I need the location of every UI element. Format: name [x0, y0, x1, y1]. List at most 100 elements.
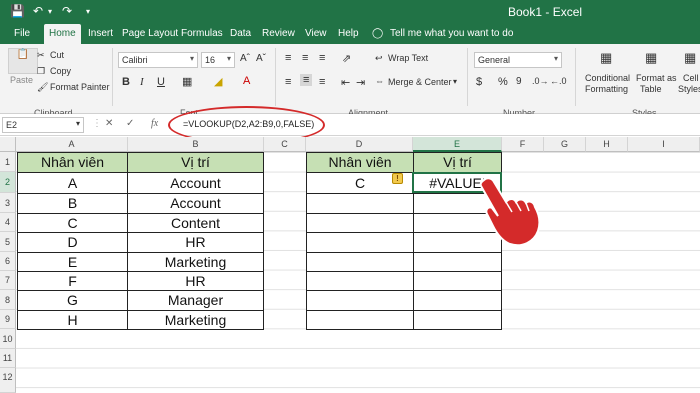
customize-toolbar-icon[interactable]: ▾ — [86, 7, 90, 16]
currency-icon[interactable]: $ — [476, 76, 482, 88]
align-middle-icon[interactable]: ≡ — [302, 52, 308, 64]
tab-insert[interactable]: Insert — [88, 28, 113, 39]
grow-font-icon[interactable]: Aˆ — [240, 53, 250, 64]
cell-d9[interactable] — [306, 310, 414, 330]
cell-d7[interactable] — [306, 271, 414, 291]
select-all-corner[interactable] — [0, 137, 16, 152]
cut-button[interactable]: Cut — [50, 50, 64, 60]
name-box[interactable]: E2 ▾ — [2, 117, 84, 133]
cell-d1[interactable]: Nhân viên — [306, 152, 414, 173]
undo-dropdown-icon[interactable]: ▾ — [48, 7, 52, 16]
font-size-combo[interactable]: 16 ▾ — [201, 52, 235, 68]
cell-a2[interactable]: A — [17, 172, 128, 194]
cell-a7[interactable]: F — [17, 271, 128, 291]
comma-style-icon[interactable]: 9 — [516, 76, 522, 87]
save-icon[interactable]: 💾 — [10, 4, 25, 18]
column-header-d[interactable]: D — [306, 137, 413, 152]
row-header-11[interactable]: 11 — [0, 349, 16, 368]
column-header-g[interactable]: G — [544, 137, 586, 152]
error-warning-icon[interactable]: ! — [392, 173, 403, 184]
underline-icon[interactable]: U — [157, 76, 165, 88]
cell-b1[interactable]: Vị trí — [127, 152, 264, 173]
column-header-f[interactable]: F — [502, 137, 544, 152]
cell-b7[interactable]: HR — [127, 271, 264, 291]
tab-formulas[interactable]: Formulas — [181, 28, 223, 39]
cell-b9[interactable]: Marketing — [127, 310, 264, 330]
align-left-icon[interactable]: ≡ — [285, 76, 291, 88]
cell-styles-label1[interactable]: Cell — [683, 73, 699, 83]
increase-decimal-icon[interactable]: .0→ — [532, 76, 549, 86]
copy-icon[interactable]: ❐ — [37, 66, 45, 77]
chevron-down-icon[interactable]: ▾ — [453, 77, 457, 86]
bold-icon[interactable]: B — [122, 76, 130, 88]
fill-color-icon[interactable]: ◢ — [214, 75, 222, 88]
borders-icon[interactable]: ▦ — [182, 75, 192, 88]
paste-icon[interactable]: 📋 — [8, 48, 38, 74]
percent-icon[interactable]: % — [498, 76, 508, 88]
row-header-8[interactable]: 8 — [0, 290, 16, 310]
cell-a9[interactable]: H — [17, 310, 128, 330]
tell-me-box[interactable]: Tell me what you want to do — [390, 28, 513, 39]
cell-a8[interactable]: G — [17, 290, 128, 311]
cell-b3[interactable]: Account — [127, 193, 264, 214]
align-center-icon[interactable]: ≡ — [300, 74, 313, 86]
cell-b4[interactable]: Content — [127, 213, 264, 233]
row-header-3[interactable]: 3 — [0, 193, 16, 213]
row-header-1[interactable]: 1 — [0, 152, 16, 172]
conditional-formatting-label1[interactable]: Conditional — [585, 73, 630, 83]
cell-styles-label2[interactable]: Styles — [678, 84, 700, 94]
cell-d6[interactable] — [306, 252, 414, 272]
cell-e8[interactable] — [413, 290, 502, 311]
tab-data[interactable]: Data — [230, 28, 251, 39]
font-name-combo[interactable]: Calibri ▾ — [118, 52, 198, 68]
decrease-indent-icon[interactable]: ⇤ — [341, 76, 350, 89]
format-painter-icon[interactable]: 🖌 — [37, 82, 48, 93]
number-format-combo[interactable]: General ▾ — [474, 52, 562, 68]
align-top-icon[interactable]: ≡ — [285, 52, 291, 64]
insert-function-icon[interactable]: fx — [151, 118, 158, 129]
align-right-icon[interactable]: ≡ — [319, 76, 325, 88]
cell-a6[interactable]: E — [17, 252, 128, 272]
cut-icon[interactable]: ✂ — [37, 50, 45, 61]
decrease-decimal-icon[interactable]: ←.0 — [550, 76, 567, 86]
cell-b2[interactable]: Account — [127, 172, 264, 194]
format-as-table-label1[interactable]: Format as — [636, 73, 677, 83]
merge-center-icon[interactable]: ⇔ — [375, 76, 384, 86]
cell-a1[interactable]: Nhân viên — [17, 152, 128, 173]
cell-a3[interactable]: B — [17, 193, 128, 214]
tab-file[interactable]: File — [14, 28, 30, 39]
row-header-10[interactable]: 10 — [0, 329, 16, 349]
cell-e7[interactable] — [413, 271, 502, 291]
tab-page-layout[interactable]: Page Layout — [122, 28, 178, 39]
wrap-text-icon[interactable]: ↩ — [375, 53, 383, 64]
row-header-6[interactable]: 6 — [0, 252, 16, 271]
merge-center-button[interactable]: Merge & Center — [388, 77, 452, 87]
tab-help[interactable]: Help — [338, 28, 359, 39]
increase-indent-icon[interactable]: ⇥ — [356, 76, 365, 89]
column-header-b[interactable]: B — [128, 137, 264, 152]
cell-b8[interactable]: Manager — [127, 290, 264, 311]
tab-home[interactable]: Home — [44, 24, 81, 44]
undo-icon[interactable]: ↶ — [33, 4, 43, 18]
enter-icon[interactable]: ✓ — [126, 118, 134, 129]
align-bottom-icon[interactable]: ≡ — [319, 52, 325, 64]
cell-d4[interactable] — [306, 213, 414, 233]
wrap-text-button[interactable]: Wrap Text — [388, 53, 428, 63]
orientation-icon[interactable]: ⇗ — [342, 52, 351, 65]
cell-d3[interactable] — [306, 193, 414, 214]
row-header-5[interactable]: 5 — [0, 232, 16, 252]
tab-review[interactable]: Review — [262, 28, 295, 39]
cell-b5[interactable]: HR — [127, 232, 264, 253]
cell-b6[interactable]: Marketing — [127, 252, 264, 272]
column-header-e[interactable]: E — [413, 137, 502, 152]
cell-e9[interactable] — [413, 310, 502, 330]
italic-icon[interactable]: I — [140, 76, 144, 88]
paste-button[interactable]: Paste — [10, 75, 33, 85]
cell-e1[interactable]: Vị trí — [413, 152, 502, 173]
column-header-h[interactable]: H — [586, 137, 628, 152]
row-header-4[interactable]: 4 — [0, 213, 16, 232]
column-header-i[interactable]: I — [628, 137, 700, 152]
cell-d5[interactable] — [306, 232, 414, 253]
row-header-2[interactable]: 2 — [0, 172, 16, 193]
format-as-table-label2[interactable]: Table — [640, 84, 662, 94]
